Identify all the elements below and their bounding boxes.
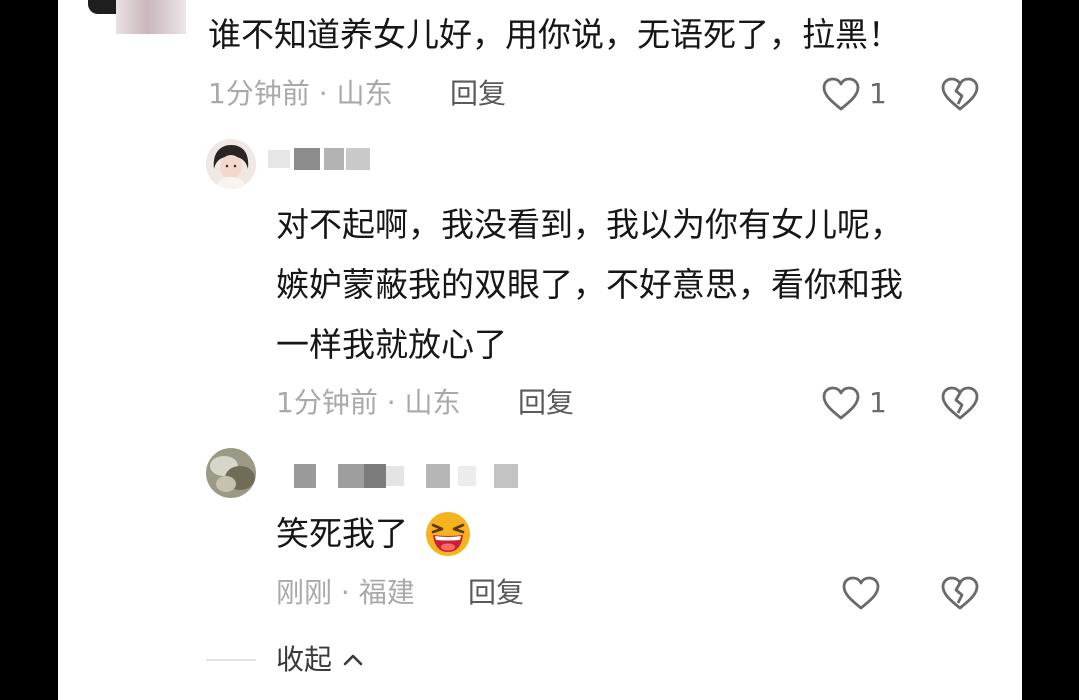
comment-text-body: 笑死我了 bbox=[276, 514, 408, 553]
collapse-label: 收起 bbox=[276, 643, 333, 676]
meta-separator: · bbox=[340, 576, 350, 609]
like-count: 1 bbox=[869, 77, 887, 110]
blurred-username bbox=[294, 464, 520, 488]
chevron-up-icon bbox=[343, 654, 363, 666]
comment-panel: 谁不知道养女儿好，用你说，无语死了，拉黑！ 1分钟前 · 山东 回复 1 对不起… bbox=[58, 0, 1022, 700]
comment-location: 山东 bbox=[404, 386, 461, 419]
comment-text-line: 嫉妒蒙蔽我的双眼了，不好意思，看你和我 bbox=[276, 265, 903, 304]
reply-button[interactable]: 回复 bbox=[518, 385, 574, 421]
dislike-button[interactable] bbox=[940, 573, 982, 613]
like-button[interactable] bbox=[841, 573, 883, 613]
like-button[interactable]: 1 bbox=[821, 74, 911, 114]
reply-button[interactable]: 回复 bbox=[450, 76, 506, 112]
reply-button[interactable]: 回复 bbox=[468, 575, 524, 611]
dislike-button[interactable] bbox=[940, 74, 982, 114]
user-photo-icon bbox=[206, 448, 256, 498]
meta-separator: · bbox=[318, 77, 328, 110]
meta-separator: · bbox=[386, 386, 396, 419]
comment-meta: 1分钟前 · 山东 bbox=[208, 76, 393, 112]
collapse-divider bbox=[206, 659, 256, 661]
like-count: 1 bbox=[869, 386, 887, 419]
avatar[interactable] bbox=[206, 448, 256, 498]
collapse-button[interactable]: 收起 bbox=[276, 640, 363, 680]
dislike-button[interactable] bbox=[940, 383, 982, 423]
comment-text: 谁不知道养女儿好，用你说，无语死了，拉黑！ bbox=[208, 15, 901, 54]
comment-text-line: 一样我就放心了 bbox=[276, 325, 507, 364]
comment-text: 笑死我了 bbox=[276, 510, 408, 558]
like-button[interactable]: 1 bbox=[821, 383, 911, 423]
avatar[interactable] bbox=[206, 139, 256, 189]
heart-icon bbox=[842, 576, 880, 610]
user-portrait-icon bbox=[206, 139, 256, 189]
comment-time: 1分钟前 bbox=[276, 386, 378, 419]
comment-text-line: 对不起啊，我没看到，我以为你有女儿呢， bbox=[276, 205, 903, 244]
laughing-emoji-icon bbox=[424, 510, 472, 558]
heart-icon bbox=[822, 386, 860, 420]
comment-time: 刚刚 bbox=[276, 576, 333, 609]
comment-meta: 1分钟前 · 山东 bbox=[276, 385, 461, 421]
broken-heart-icon bbox=[941, 77, 979, 111]
broken-heart-icon bbox=[941, 386, 979, 420]
heart-icon bbox=[822, 77, 860, 111]
comment-location: 山东 bbox=[336, 77, 393, 110]
blurred-username bbox=[268, 148, 370, 170]
comment-location: 福建 bbox=[358, 576, 415, 609]
blurred-name-top bbox=[116, 0, 186, 34]
comment-meta: 刚刚 · 福建 bbox=[276, 575, 415, 611]
comment-time: 1分钟前 bbox=[208, 77, 310, 110]
broken-heart-icon bbox=[941, 576, 979, 610]
